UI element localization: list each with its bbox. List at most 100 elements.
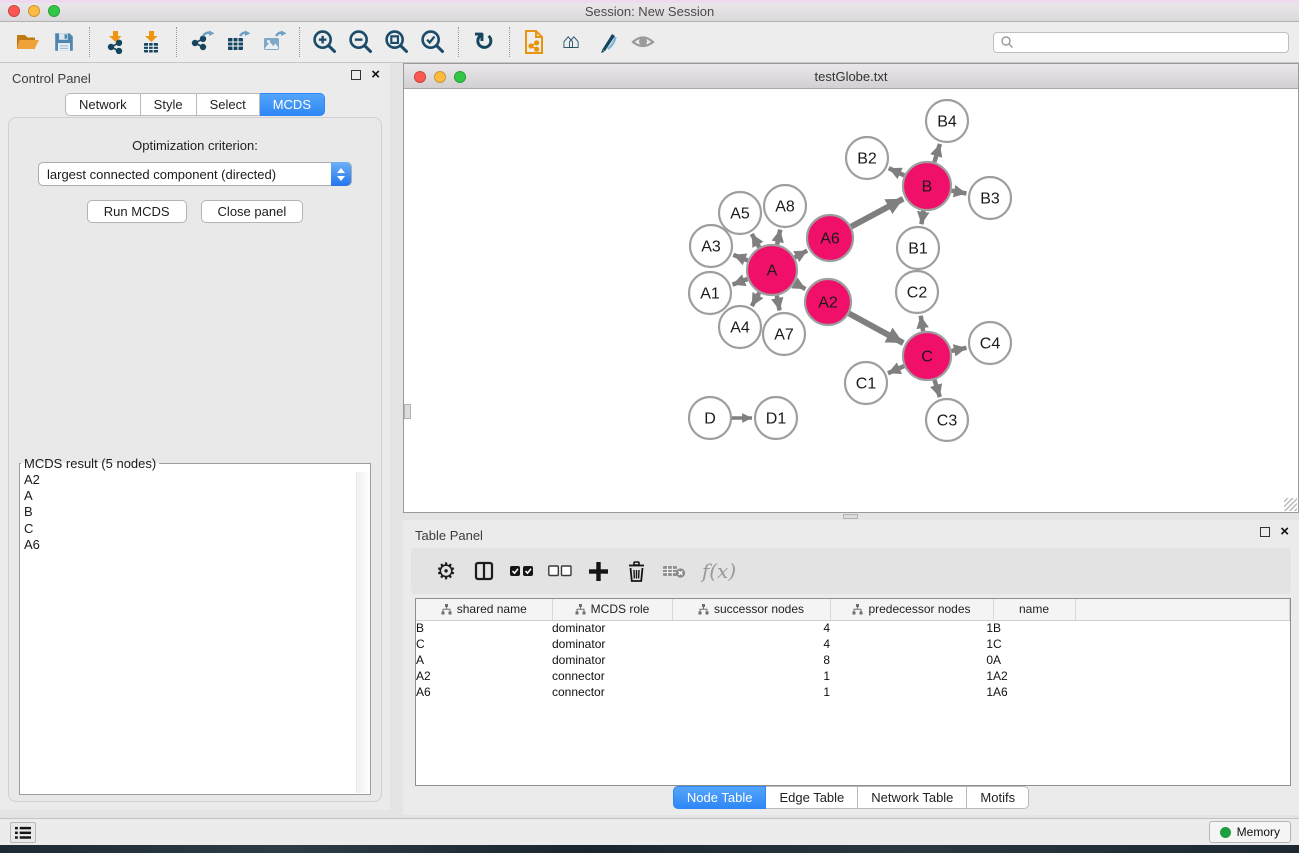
graph-edge-B-B2[interactable] — [889, 168, 905, 175]
float-table-panel-icon[interactable] — [1260, 527, 1270, 537]
delete-table-button[interactable] — [655, 553, 693, 589]
graph-edge-A-A2[interactable] — [795, 283, 806, 289]
tab-node-table[interactable]: Node Table — [673, 786, 767, 809]
table-cell[interactable]: 1 — [830, 636, 993, 652]
search-input[interactable] — [1014, 34, 1282, 50]
split-divider-handle[interactable] — [404, 404, 411, 419]
run-mcds-button[interactable]: Run MCDS — [87, 200, 187, 223]
select-all-button[interactable] — [503, 553, 541, 589]
table-cell[interactable]: 0 — [830, 652, 993, 668]
horizontal-divider-handle[interactable] — [843, 514, 858, 519]
table-cell[interactable]: A6 — [416, 684, 552, 700]
mcds-result-item[interactable]: C — [24, 521, 370, 537]
graph-edge-C-C3[interactable] — [934, 380, 939, 397]
table-cell[interactable]: dominator — [552, 620, 672, 636]
column-header-MCDS-role[interactable]: MCDS role — [552, 599, 672, 620]
save-session-button[interactable] — [46, 25, 82, 59]
resize-grip[interactable] — [1284, 498, 1297, 511]
tab-style[interactable]: Style — [141, 93, 197, 116]
result-scrollbar[interactable] — [356, 472, 369, 793]
table-cell[interactable]: 1 — [830, 620, 993, 636]
graph-edge-B-B4[interactable] — [934, 144, 940, 162]
export-image-button[interactable] — [256, 25, 292, 59]
tab-network-table[interactable]: Network Table — [858, 786, 967, 809]
table-cell[interactable]: A2 — [416, 668, 552, 684]
graph-edge-A2-C[interactable] — [849, 313, 903, 343]
hide-graphics-details-button[interactable] — [589, 25, 625, 59]
table-cell[interactable]: B — [993, 620, 1075, 636]
graph-edge-A-A7[interactable] — [777, 296, 780, 311]
close-panel-icon[interactable]: × — [371, 70, 380, 80]
export-table-button[interactable] — [220, 25, 256, 59]
table-settings-button[interactable]: ⚙ — [427, 553, 465, 589]
table-row[interactable]: Cdominator41C — [416, 636, 1290, 652]
table-cell[interactable]: 4 — [672, 636, 830, 652]
deselect-all-button[interactable] — [541, 553, 579, 589]
table-cell[interactable]: A — [416, 652, 552, 668]
memory-button[interactable]: Memory — [1209, 821, 1291, 843]
table-cell[interactable]: connector — [552, 668, 672, 684]
mcds-result-item[interactable]: A6 — [24, 537, 370, 553]
duplicate-network-button[interactable] — [517, 25, 553, 59]
table-cell[interactable]: 1 — [830, 668, 993, 684]
table-row[interactable]: Adominator80A — [416, 652, 1290, 668]
table-cell[interactable]: connector — [552, 684, 672, 700]
task-history-button[interactable] — [10, 822, 36, 843]
table-cell[interactable]: 8 — [672, 652, 830, 668]
table-cell[interactable]: B — [416, 620, 552, 636]
tab-select[interactable]: Select — [197, 93, 260, 116]
graph-edge-C-C1[interactable] — [888, 366, 904, 373]
float-panel-icon[interactable] — [351, 70, 361, 80]
table-row[interactable]: A6connector11A6 — [416, 684, 1290, 700]
column-header-name[interactable]: name — [993, 599, 1075, 620]
show-columns-button[interactable] — [465, 553, 503, 589]
graph-edge-C-C4[interactable] — [951, 348, 966, 351]
graph-edge-A-A4[interactable] — [752, 293, 760, 306]
import-network-button[interactable] — [97, 25, 133, 59]
table-cell[interactable]: C — [416, 636, 552, 652]
graph-edge-B-B3[interactable] — [952, 191, 967, 194]
zoom-selected-button[interactable] — [415, 25, 451, 59]
table-cell[interactable]: 1 — [672, 684, 830, 700]
graph-edge-A-A1[interactable] — [733, 279, 748, 285]
tab-network[interactable]: Network — [65, 93, 141, 116]
column-header-shared-name[interactable]: shared name — [416, 599, 552, 620]
table-cell[interactable]: 1 — [672, 668, 830, 684]
graph-edge-A-A8[interactable] — [777, 230, 780, 245]
graph-edge-A6-B[interactable] — [851, 199, 903, 227]
table-row[interactable]: Bdominator41B — [416, 620, 1290, 636]
mcds-result-item[interactable]: B — [24, 504, 370, 520]
mcds-result-item[interactable]: A — [24, 488, 370, 504]
graph-edge-A-A6[interactable] — [795, 251, 807, 258]
delete-row-button[interactable] — [617, 553, 655, 589]
table-cell[interactable]: A — [993, 652, 1075, 668]
export-network-button[interactable] — [184, 25, 220, 59]
tab-motifs[interactable]: Motifs — [967, 786, 1029, 809]
table-cell[interactable]: dominator — [552, 636, 672, 652]
table-cell[interactable]: A2 — [993, 668, 1075, 684]
refresh-button[interactable]: ↻ — [466, 25, 502, 59]
tab-mcds[interactable]: MCDS — [260, 93, 325, 116]
column-header-successor-nodes[interactable]: successor nodes — [672, 599, 830, 620]
table-cell[interactable]: C — [993, 636, 1075, 652]
zoom-in-button[interactable] — [307, 25, 343, 59]
graph-edge-C-C2[interactable] — [921, 316, 923, 332]
search-field[interactable] — [993, 32, 1289, 53]
graph-edge-A-A3[interactable] — [733, 255, 747, 261]
table-row[interactable]: A2connector11A2 — [416, 668, 1290, 684]
table-cell[interactable]: 4 — [672, 620, 830, 636]
graph-edge-A-A5[interactable] — [752, 234, 760, 247]
zoom-out-button[interactable] — [343, 25, 379, 59]
close-panel-button[interactable]: Close panel — [201, 200, 304, 223]
network-canvas[interactable]: ABCA2A6A1A3A4A5A7A8B1B2B3B4C1C2C3C4DD1 — [404, 89, 1298, 512]
table-cell[interactable]: A6 — [993, 684, 1075, 700]
graph-edge-B-B1[interactable] — [921, 211, 923, 225]
zoom-fit-button[interactable] — [379, 25, 415, 59]
import-table-button[interactable] — [133, 25, 169, 59]
add-row-button[interactable] — [579, 553, 617, 589]
open-session-button[interactable] — [10, 25, 46, 59]
home-button[interactable]: ⌂⌂ — [553, 25, 589, 59]
table-cell[interactable]: dominator — [552, 652, 672, 668]
function-builder-button[interactable]: f(x) — [693, 553, 745, 589]
tab-edge-table[interactable]: Edge Table — [766, 786, 858, 809]
